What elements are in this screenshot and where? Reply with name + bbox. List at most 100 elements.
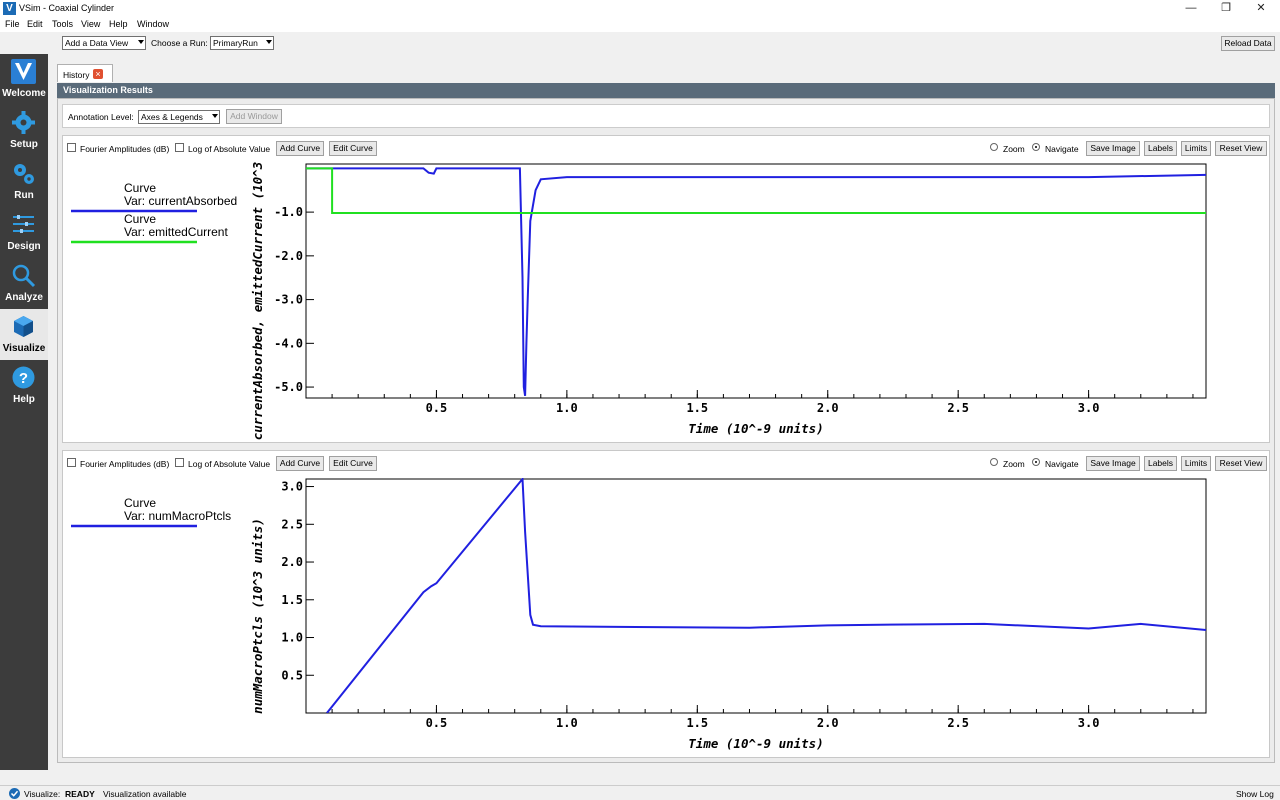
close-icon[interactable]: ✕ — [1246, 0, 1276, 17]
add-window-button[interactable]: Add Window — [226, 109, 282, 124]
app-icon: V — [3, 2, 16, 15]
results-header: Visualization Results — [57, 83, 1275, 98]
sidebar-item-visualize[interactable]: Visualize — [0, 309, 48, 360]
plot-frame — [305, 478, 1207, 714]
results-body: Annotation Level: Axes & Legends Add Win… — [57, 98, 1275, 763]
x-axis-label: Time (10^-9 units) — [688, 736, 823, 751]
y-tick-label: -1.0 — [274, 205, 303, 219]
sidebar-item-label: Analyze — [5, 292, 43, 303]
fourier-checkbox[interactable] — [67, 143, 76, 152]
check-icon — [9, 788, 20, 799]
x-tick-label: 1.5 — [686, 401, 708, 415]
y-axis-label: numMacroPtcls (10^3 units) — [250, 518, 265, 714]
sidebar-item-design[interactable]: Design — [0, 207, 48, 258]
sidebar-item-label: Welcome — [2, 88, 46, 99]
chart-svg: 0.5 1.0 1.5 2.0 2.5 3.0 -1.0 -2.0 -3.0 -4.0 -5.0 Ti… — [71, 162, 1207, 440]
design-icon — [13, 215, 34, 233]
log-abs-label: Log of Absolute Value — [188, 459, 271, 469]
menu-file[interactable]: File — [5, 19, 20, 29]
svg-text:?: ? — [19, 370, 28, 387]
add-curve-button[interactable]: Add Curve — [276, 456, 324, 471]
add-curve-button[interactable]: Add Curve — [276, 141, 324, 156]
plot-panel-2: Fourier Amplitudes (dB) Log of Absolute … — [62, 450, 1270, 758]
limits-button[interactable]: Limits — [1181, 141, 1211, 156]
x-tick-label: 2.0 — [817, 401, 839, 415]
show-log-link[interactable]: Show Log — [1236, 789, 1274, 799]
x-tick-label: 2.0 — [817, 716, 839, 730]
reload-data-button[interactable]: Reload Data — [1221, 36, 1275, 51]
restore-icon[interactable]: ❐ — [1211, 0, 1241, 17]
reset-view-button[interactable]: Reset View — [1215, 141, 1267, 156]
annotation-combo[interactable]: Axes & Legends — [138, 110, 220, 124]
menu-window[interactable]: Window — [137, 19, 169, 29]
x-tick-label: 1.5 — [686, 716, 708, 730]
sidebar-item-run[interactable]: Run — [0, 156, 48, 207]
sidebar-item-setup[interactable]: Setup — [0, 105, 48, 156]
x-tick-label: 1.0 — [556, 716, 578, 730]
x-axis-label: Time (10^-9 units) — [688, 421, 823, 436]
choose-run-value: PrimaryRun — [213, 38, 258, 48]
y-tick-label: 3.0 — [281, 480, 303, 494]
sidebar-item-analyze[interactable]: Analyze — [0, 258, 48, 309]
menu-help[interactable]: Help — [109, 19, 128, 29]
limits-button[interactable]: Limits — [1181, 456, 1211, 471]
zoom-radio[interactable] — [990, 143, 998, 151]
close-icon[interactable]: × — [93, 69, 103, 79]
save-image-button[interactable]: Save Image — [1086, 141, 1140, 156]
chart-current[interactable]: 0.5 1.0 1.5 2.0 2.5 3.0 -1.0 -2.0 -3.0 -4.0 -5.0 Ti… — [63, 158, 1269, 442]
sidebar: Welcome Setup Run Design Analyze Visuali… — [0, 54, 48, 770]
reset-view-button[interactable]: Reset View — [1215, 456, 1267, 471]
series-line-emittedCurrent — [306, 167, 1206, 214]
sidebar-item-help[interactable]: ? Help — [0, 360, 48, 411]
chart-particles[interactable]: 0.5 1.0 1.5 2.0 2.5 3.0 0.5 1.0 1.5 2.0 2.5 3.0 Time… — [63, 473, 1269, 757]
legend-var: Var: numMacroPtcls — [124, 509, 231, 523]
y-tick-label: 2.0 — [281, 555, 303, 569]
status-bar: Visualize: READY Visualization available… — [0, 785, 1280, 800]
navigate-radio[interactable] — [1032, 458, 1040, 466]
fourier-label: Fourier Amplitudes (dB) — [80, 459, 170, 469]
choose-run-combo[interactable]: PrimaryRun — [210, 36, 274, 50]
fourier-checkbox[interactable] — [67, 458, 76, 467]
menu-view[interactable]: View — [81, 19, 100, 29]
sidebar-item-welcome[interactable]: Welcome — [0, 54, 48, 105]
menu-tools[interactable]: Tools — [52, 19, 73, 29]
tab-history[interactable]: History × — [57, 64, 113, 82]
save-image-button[interactable]: Save Image — [1086, 456, 1140, 471]
x-tick-label: 2.5 — [947, 716, 969, 730]
status-state: READY — [65, 789, 95, 799]
log-abs-checkbox[interactable] — [175, 458, 184, 467]
edit-curve-button[interactable]: Edit Curve — [329, 141, 377, 156]
edit-curve-button[interactable]: Edit Curve — [329, 456, 377, 471]
sidebar-item-label: Help — [13, 394, 35, 405]
navigate-label: Navigate — [1045, 459, 1079, 469]
y-tick-label: 0.5 — [281, 668, 303, 682]
annotation-value: Axes & Legends — [141, 112, 203, 122]
navigate-radio[interactable] — [1032, 143, 1040, 151]
data-view-combo[interactable]: Add a Data View — [62, 36, 146, 50]
gears-icon — [14, 164, 34, 184]
log-abs-label: Log of Absolute Value — [188, 144, 271, 154]
magnifier-icon — [12, 264, 36, 288]
status-label: Visualize: — [24, 789, 61, 799]
zoom-radio[interactable] — [990, 458, 998, 466]
y-tick-label: -5.0 — [274, 380, 303, 394]
plot-toolbar-2: Fourier Amplitudes (dB) Log of Absolute … — [63, 453, 1269, 473]
log-abs-checkbox[interactable] — [175, 143, 184, 152]
legend-title: Curve — [124, 212, 156, 226]
title-bar: V VSim - Coaxial Cylinder — ❐ ✕ — [0, 0, 1280, 17]
labels-button[interactable]: Labels — [1144, 456, 1177, 471]
minimize-icon[interactable]: — — [1176, 0, 1206, 17]
legend-var: Var: emittedCurrent — [124, 225, 228, 239]
annotation-label: Annotation Level: — [68, 112, 134, 122]
window-title: VSim - Coaxial Cylinder — [19, 3, 115, 13]
cube-icon — [14, 316, 33, 337]
labels-button[interactable]: Labels — [1144, 141, 1177, 156]
menu-edit[interactable]: Edit — [27, 19, 43, 29]
plot-toolbar-1: Fourier Amplitudes (dB) Log of Absolute … — [63, 138, 1269, 158]
y-tick-label: 2.5 — [281, 517, 303, 531]
plot-panel-1: Fourier Amplitudes (dB) Log of Absolute … — [62, 135, 1270, 443]
plot-frame — [305, 163, 1207, 399]
legend-var: Var: currentAbsorbed — [124, 194, 237, 208]
y-tick-label: 1.5 — [281, 593, 303, 607]
annotation-row: Annotation Level: Axes & Legends Add Win… — [62, 104, 1270, 128]
